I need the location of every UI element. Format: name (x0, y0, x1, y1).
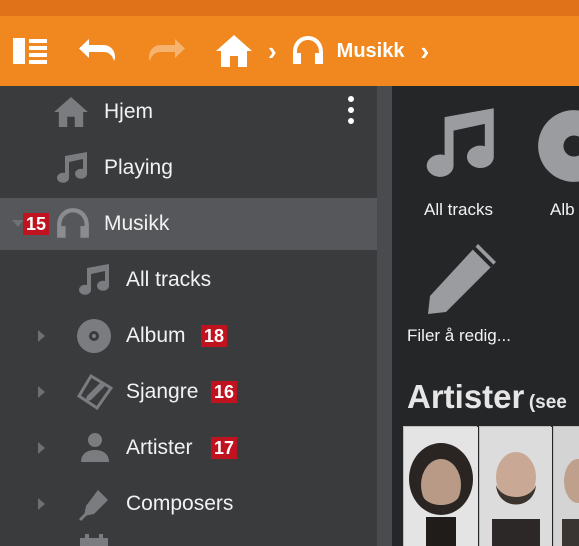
redo-button[interactable] (146, 31, 186, 71)
expand-arrow-icon[interactable] (38, 442, 45, 454)
artist-photo (554, 427, 579, 546)
tile-album[interactable]: Alb (532, 86, 579, 236)
sidebar-item-label: Sjangre (126, 380, 199, 403)
tile-all-tracks[interactable]: All tracks (392, 86, 512, 236)
breadcrumb-label: Musikk (336, 39, 405, 62)
sidebar-item-next[interactable] (0, 534, 377, 546)
tile-label: Filer å redig... (407, 326, 511, 345)
artist-photo (404, 427, 478, 546)
sidebar-item-album[interactable]: Album 18 (0, 310, 377, 362)
breadcrumb-musikk[interactable]: Musikk (291, 31, 405, 71)
tile-label: Alb (550, 200, 575, 219)
badge: 18 (201, 325, 228, 347)
badge: 16 (211, 381, 238, 403)
artist-card[interactable] (403, 426, 478, 546)
sidebar-toggle-button[interactable] (12, 31, 48, 71)
disc-icon (76, 318, 112, 354)
tag-pencil-icon (77, 374, 113, 410)
sidebar-item-artister[interactable]: Artister 17 (0, 422, 377, 474)
home-button[interactable] (214, 31, 254, 71)
sidebar-item-label: Composers (126, 492, 234, 515)
sidebar-item-label: Artister (126, 436, 193, 459)
chevron-right-icon: › (268, 36, 277, 66)
person-icon (79, 432, 111, 464)
disc-icon (536, 108, 579, 189)
headphones-icon (55, 206, 91, 242)
artist-card[interactable] (553, 426, 579, 546)
calendar-icon (80, 534, 108, 546)
chevron-right-icon[interactable]: › (420, 38, 429, 64)
home-icon (216, 35, 252, 67)
section-subtitle[interactable]: (see (529, 392, 567, 413)
redo-icon (149, 39, 185, 61)
sidebar-item-label: Playing (104, 156, 173, 179)
sidebar-toggle-icon (13, 38, 47, 64)
music-note-icon (54, 152, 88, 184)
expand-arrow-icon[interactable] (38, 330, 45, 342)
sidebar-item-sjangre[interactable]: Sjangre 16 (0, 366, 377, 418)
section-title-text: Artister (407, 378, 525, 415)
badge: 17 (211, 437, 238, 459)
artist-photo (480, 427, 552, 546)
sidebar-item-composers[interactable]: Composers (0, 478, 377, 530)
main-content: All tracks Alb Filer å redig... Artister… (392, 86, 579, 546)
sidebar-divider[interactable] (377, 86, 392, 546)
music-note-icon (420, 108, 496, 185)
sidebar: Hjem Playing 15 Musikk All tracks Album … (0, 86, 377, 546)
undo-button[interactable] (78, 31, 118, 71)
sidebar-item-label: Musikk (104, 212, 170, 235)
undo-icon (79, 39, 115, 61)
tile-label: All tracks (424, 200, 493, 219)
expand-arrow-icon[interactable] (38, 498, 45, 510)
toolbar: › Musikk › (0, 16, 579, 86)
section-title: Artister (see (407, 378, 567, 416)
tile-edit-files[interactable]: Filer å redig... (392, 238, 532, 348)
home-icon (54, 97, 88, 127)
music-note-icon (76, 264, 110, 296)
top-strip (0, 0, 579, 16)
artist-card[interactable] (479, 426, 552, 546)
sidebar-item-hjem[interactable]: Hjem (0, 86, 377, 138)
sidebar-item-label: All tracks (126, 268, 212, 291)
badge: 15 (23, 213, 50, 235)
fountain-pen-icon (76, 486, 112, 522)
sidebar-item-label: Album (126, 324, 186, 347)
expand-arrow-icon[interactable] (38, 386, 45, 398)
sidebar-item-all-tracks[interactable]: All tracks (0, 254, 377, 306)
headphones-icon (292, 36, 323, 64)
sidebar-item-label: Hjem (104, 100, 154, 123)
pencil-icon (424, 242, 498, 323)
sidebar-item-musikk[interactable]: 15 Musikk (0, 198, 377, 250)
sidebar-item-playing[interactable]: Playing (0, 142, 377, 194)
